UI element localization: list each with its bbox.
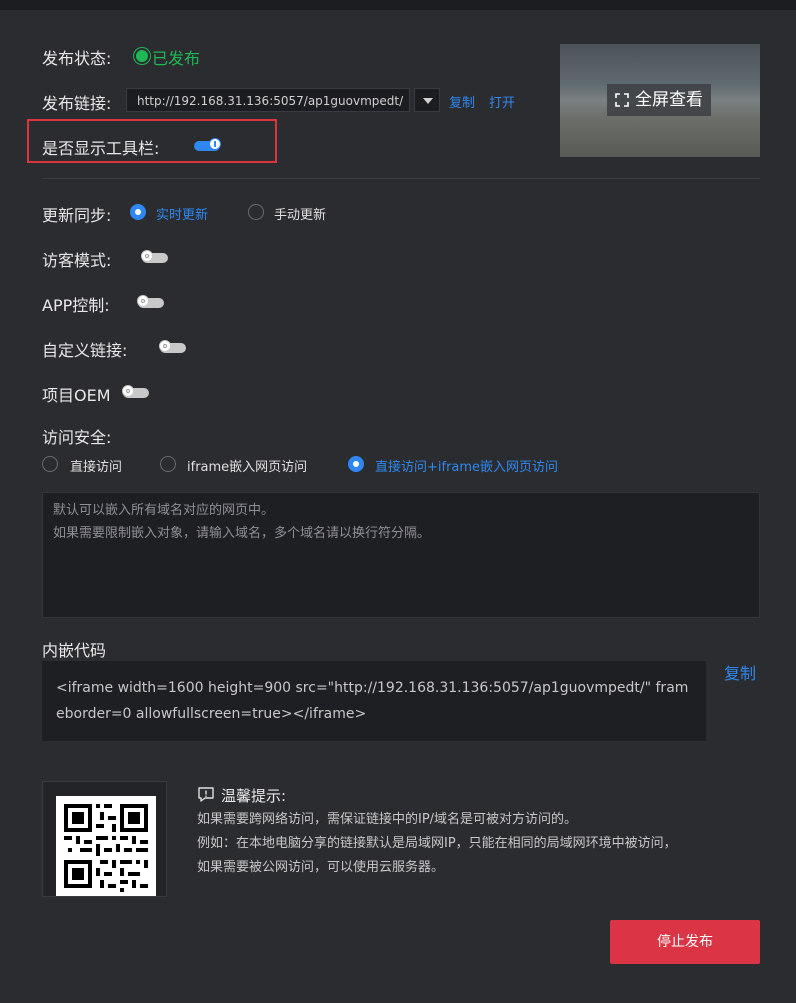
domain-whitelist-textarea[interactable]: 默认可以嵌入所有域名对应的网页中。 如果需要限制嵌入对象，请输入域名，多个域名请… xyxy=(42,492,760,618)
toggle-knob-icon xyxy=(141,250,153,262)
copy-link-button[interactable]: 复制 xyxy=(449,92,475,111)
tips-line: 例如：在本地电脑分享的链接默认是局域网IP，只能在相同的局域网环境中被访问， xyxy=(197,836,677,851)
fullscreen-button[interactable]: 全屏查看 xyxy=(607,84,711,116)
message-alert-icon xyxy=(198,787,214,802)
copy-embed-button[interactable]: 复制 xyxy=(724,660,756,684)
section-divider xyxy=(42,178,760,179)
radio-realtime[interactable] xyxy=(130,204,146,220)
tips-title: 温馨提示: xyxy=(221,787,287,805)
fullscreen-label: 全屏查看 xyxy=(635,90,703,110)
radio-direct-label[interactable]: 直接访问 xyxy=(70,456,122,475)
radio-iframe[interactable] xyxy=(160,456,176,472)
open-link-button[interactable]: 打开 xyxy=(489,92,515,111)
oem-label: 项目OEM xyxy=(42,386,111,405)
custom-link-toggle[interactable] xyxy=(159,340,186,353)
toggle-knob-icon xyxy=(137,295,149,307)
toggle-knob-icon xyxy=(122,385,134,397)
radio-manual-label[interactable]: 手动更新 xyxy=(274,204,326,223)
publish-status-label: 发布状态: xyxy=(42,49,112,68)
app-control-toggle[interactable] xyxy=(137,295,164,308)
embed-code-label: 内嵌代码 xyxy=(42,641,107,660)
access-security-label: 访问安全: xyxy=(42,428,112,447)
radio-iframe-label[interactable]: iframe嵌入网页访问 xyxy=(187,456,307,475)
publish-status-value: 已发布 xyxy=(152,49,201,68)
toggle-knob-icon xyxy=(209,138,221,150)
toolbar-toggle[interactable] xyxy=(194,138,221,151)
tips-line: 如果需要跨网络访问，需保证链接中的IP/域名是可被对方访问的。 xyxy=(197,812,578,827)
chevron-down-icon[interactable] xyxy=(414,88,440,112)
toggle-knob-icon xyxy=(159,340,171,352)
sync-label: 更新同步: xyxy=(42,206,112,225)
status-dot-icon xyxy=(136,50,148,62)
qr-code-image xyxy=(56,796,156,896)
radio-direct[interactable] xyxy=(42,456,58,472)
tips-line: 如果需要被公网访问，可以使用云服务器。 xyxy=(197,860,445,875)
stop-publish-button[interactable]: 停止发布 xyxy=(610,920,760,964)
qr-code-icon xyxy=(56,796,156,896)
textarea-placeholder-line: 默认可以嵌入所有域名对应的网页中。 xyxy=(53,503,275,518)
app-control-label: APP控制: xyxy=(42,296,110,315)
guest-mode-label: 访客模式: xyxy=(42,251,112,270)
textarea-placeholder-line: 如果需要限制嵌入对象，请输入域名，多个域名请以换行符分隔。 xyxy=(53,526,431,541)
publish-link-select[interactable]: http://192.168.31.136:5057/ap1guovmpedt/ xyxy=(126,88,410,112)
expand-icon xyxy=(615,93,629,107)
oem-toggle[interactable] xyxy=(122,385,149,398)
radio-realtime-label[interactable]: 实时更新 xyxy=(156,204,208,223)
top-bar xyxy=(0,0,796,10)
custom-link-label: 自定义链接: xyxy=(42,341,128,360)
embed-code-box[interactable]: <iframe width=1600 height=900 src="http:… xyxy=(42,661,706,741)
radio-manual[interactable] xyxy=(248,204,264,220)
guest-mode-toggle[interactable] xyxy=(141,250,168,263)
radio-direct-iframe[interactable] xyxy=(348,456,364,472)
toolbar-toggle-label: 是否显示工具栏: xyxy=(42,139,160,158)
radio-direct-iframe-label[interactable]: 直接访问+iframe嵌入网页访问 xyxy=(375,456,558,475)
publish-link-label: 发布链接: xyxy=(42,94,112,113)
